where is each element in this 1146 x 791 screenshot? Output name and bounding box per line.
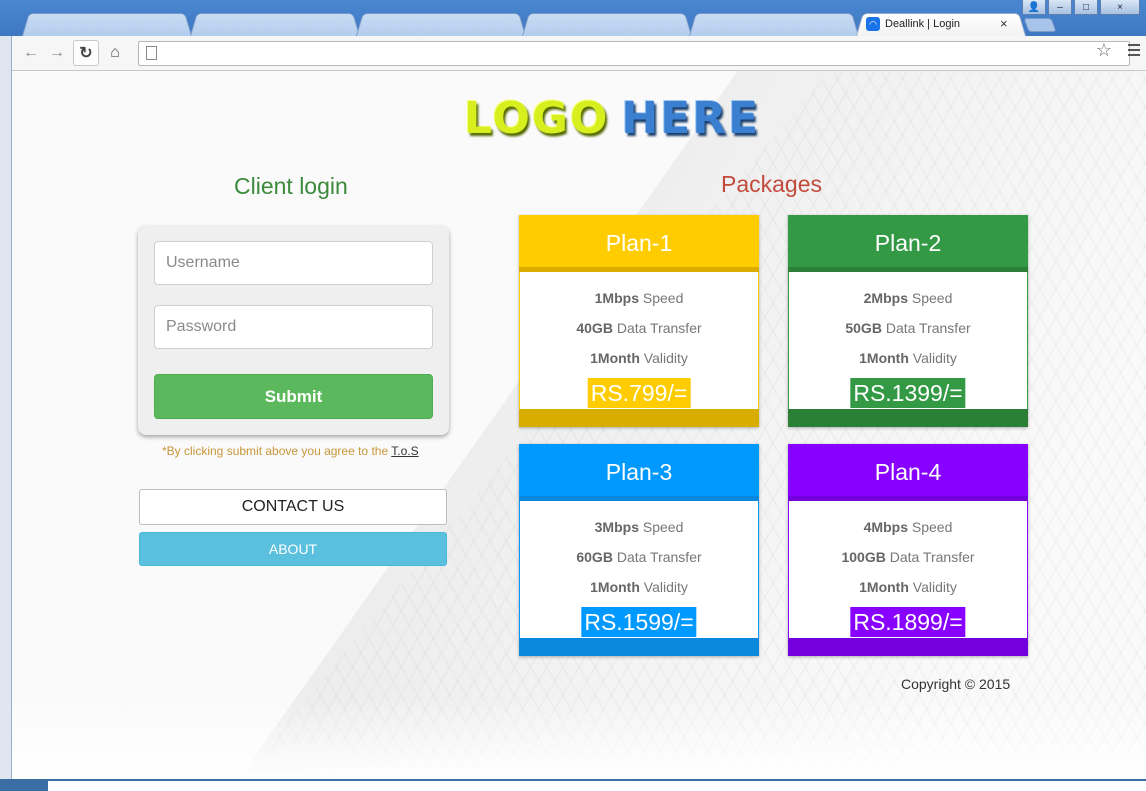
tos-link[interactable]: T.o.S (391, 444, 418, 458)
plan-name: Plan-3 (605, 459, 673, 485)
plan-name: Plan-2 (874, 230, 942, 256)
plan-header: Plan-1 (519, 215, 759, 272)
plan-speed: 1Mbps Speed (594, 290, 684, 306)
plan-name: Plan-4 (874, 459, 942, 485)
plan-speed: 3Mbps Speed (594, 519, 684, 535)
plan-body: 2Mbps Speed 50GB Data Transfer 1Month Vali… (788, 272, 1028, 409)
plan-card-4: Plan-4 4Mbps Speed 100GB Data Transfer 1Mon… (788, 444, 1028, 656)
bookmark-star-icon[interactable]: ☆ (1096, 40, 1112, 61)
logo-word-1: LOGO (464, 93, 610, 144)
plan-price[interactable]: RS.1899/= (850, 607, 966, 637)
submit-button[interactable]: Submit (154, 374, 433, 419)
plan-footer (788, 409, 1028, 427)
page-viewport: LOGO HERE Client login Packages Submit *… (12, 71, 1146, 779)
plan-data-transfer: 40GB Data Transfer (576, 320, 702, 336)
plan-card-2: Plan-2 2Mbps Speed 50GB Data Transfer 1Mont… (788, 215, 1028, 427)
back-arrow-icon[interactable]: ← (18, 40, 44, 66)
new-tab-button[interactable] (1023, 18, 1057, 32)
tab-strip: ◠ Deallink | Login × 👤 – □ × (0, 0, 1146, 36)
plan-card-3: Plan-3 3Mbps Speed 60GB Data Transfer 1Mont… (519, 444, 759, 656)
login-form: Submit (138, 226, 449, 435)
plan-name: Plan-1 (605, 230, 673, 256)
plan-validity: 1Month Validity (859, 579, 957, 595)
plan-body: 4Mbps Speed 100GB Data Transfer 1Month Val… (788, 501, 1028, 638)
window-controls: 👤 – □ × (1022, 0, 1140, 15)
active-tab-label: ◠ Deallink | Login (866, 14, 960, 34)
username-input[interactable] (154, 241, 433, 285)
wifi-icon: ◠ (866, 17, 880, 31)
home-icon[interactable]: ⌂ (102, 40, 128, 66)
tab-3[interactable] (356, 13, 526, 36)
password-input[interactable] (154, 305, 433, 349)
plan-card-1: Plan-1 1Mbps Speed 40GB Data Transfer 1Mont… (519, 215, 759, 427)
tab-4[interactable] (522, 13, 692, 36)
reload-icon[interactable]: ↻ (73, 40, 99, 66)
plan-data-transfer: 60GB Data Transfer (576, 549, 702, 565)
tab-1[interactable] (22, 13, 192, 36)
plan-validity: 1Month Validity (590, 579, 688, 595)
plan-footer (788, 638, 1028, 656)
plan-validity: 1Month Validity (859, 350, 957, 366)
close-window-button[interactable]: × (1100, 0, 1140, 15)
browser-toolbar: ← → ↻ ⌂ ☆ (12, 36, 1146, 71)
maximize-button[interactable]: □ (1074, 0, 1098, 15)
plan-price[interactable]: RS.799/= (587, 378, 691, 408)
logo-word-2: HERE (621, 93, 761, 144)
plan-data-transfer: 100GB Data Transfer (841, 549, 975, 565)
tab-close-icon[interactable]: × (1000, 16, 1008, 31)
tab-2[interactable] (190, 13, 360, 36)
plan-header: Plan-3 (519, 444, 759, 501)
plan-footer (519, 409, 759, 427)
taskbar-strip (48, 781, 1146, 791)
page-icon (146, 46, 157, 60)
menu-icon[interactable] (1128, 44, 1140, 59)
plan-header: Plan-2 (788, 215, 1028, 272)
plan-data-transfer: 50GB Data Transfer (845, 320, 971, 336)
packages-title: Packages (721, 171, 823, 197)
plan-speed: 2Mbps Speed (863, 290, 953, 306)
plan-price[interactable]: RS.1399/= (850, 378, 966, 408)
plan-header: Plan-4 (788, 444, 1028, 501)
plan-validity: 1Month Validity (590, 350, 688, 366)
window-left-edge (0, 36, 12, 779)
profile-icon[interactable]: 👤 (1022, 0, 1046, 15)
client-login-title: Client login (234, 173, 348, 199)
forward-arrow-icon[interactable]: → (44, 40, 70, 66)
tab-5[interactable] (689, 13, 859, 36)
minimize-button[interactable]: – (1048, 0, 1072, 15)
plan-speed: 4Mbps Speed (863, 519, 953, 535)
plan-footer (519, 638, 759, 656)
tos-notice: *By clicking submit above you agree to t… (162, 444, 419, 458)
copyright-text: Copyright © 2015 (901, 676, 1011, 692)
contact-us-button[interactable]: CONTACT US (139, 489, 447, 525)
plan-body: 3Mbps Speed 60GB Data Transfer 1Month Vali… (519, 501, 759, 638)
background-fade (12, 699, 1146, 779)
plan-price[interactable]: RS.1599/= (581, 607, 697, 637)
about-button[interactable]: ABOUT (139, 532, 447, 566)
plan-body: 1Mbps Speed 40GB Data Transfer 1Month Vali… (519, 272, 759, 409)
site-logo: LOGO HERE (464, 93, 761, 144)
address-bar[interactable] (138, 41, 1130, 66)
